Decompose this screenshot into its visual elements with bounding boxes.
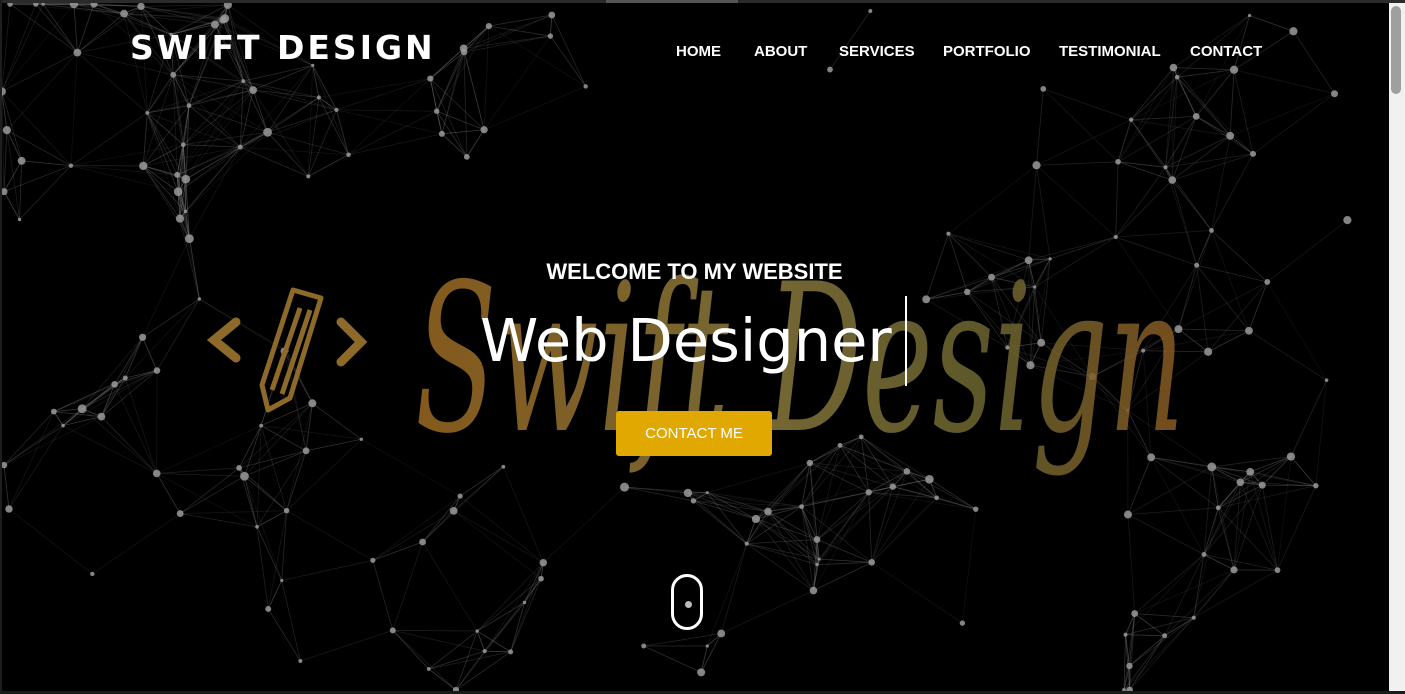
nav-testimonial[interactable]: TESTIMONIAL xyxy=(1059,43,1161,60)
nav-contact[interactable]: CONTACT xyxy=(1190,43,1262,60)
window-top-edge xyxy=(0,0,1405,3)
page: Swift Design SWIFT DESIGN HOME ABOUT SER… xyxy=(0,0,1405,694)
contact-me-button[interactable]: CONTACT ME xyxy=(616,411,772,456)
pencil-icon xyxy=(259,287,324,413)
hero-typed-title: Web Designer xyxy=(480,306,892,375)
page-scrollbar[interactable] xyxy=(1389,3,1405,694)
window-left-edge xyxy=(0,0,2,694)
nav-services[interactable]: SERVICES xyxy=(839,43,915,60)
main-nav: HOME ABOUT SERVICES PORTFOLIO TESTIMONIA… xyxy=(0,43,1405,63)
nav-about[interactable]: ABOUT xyxy=(754,43,807,60)
scroll-mouse-icon[interactable] xyxy=(671,574,703,630)
hero-kicker: WELCOME TO MY WEBSITE xyxy=(546,259,843,284)
scroll-wheel-dot xyxy=(685,601,692,608)
scrollbar-thumb[interactable] xyxy=(1391,6,1401,94)
nav-portfolio[interactable]: PORTFOLIO xyxy=(943,43,1031,60)
window-drag-handle[interactable] xyxy=(606,0,738,3)
typing-caret xyxy=(905,296,907,386)
nav-home[interactable]: HOME xyxy=(676,43,721,60)
